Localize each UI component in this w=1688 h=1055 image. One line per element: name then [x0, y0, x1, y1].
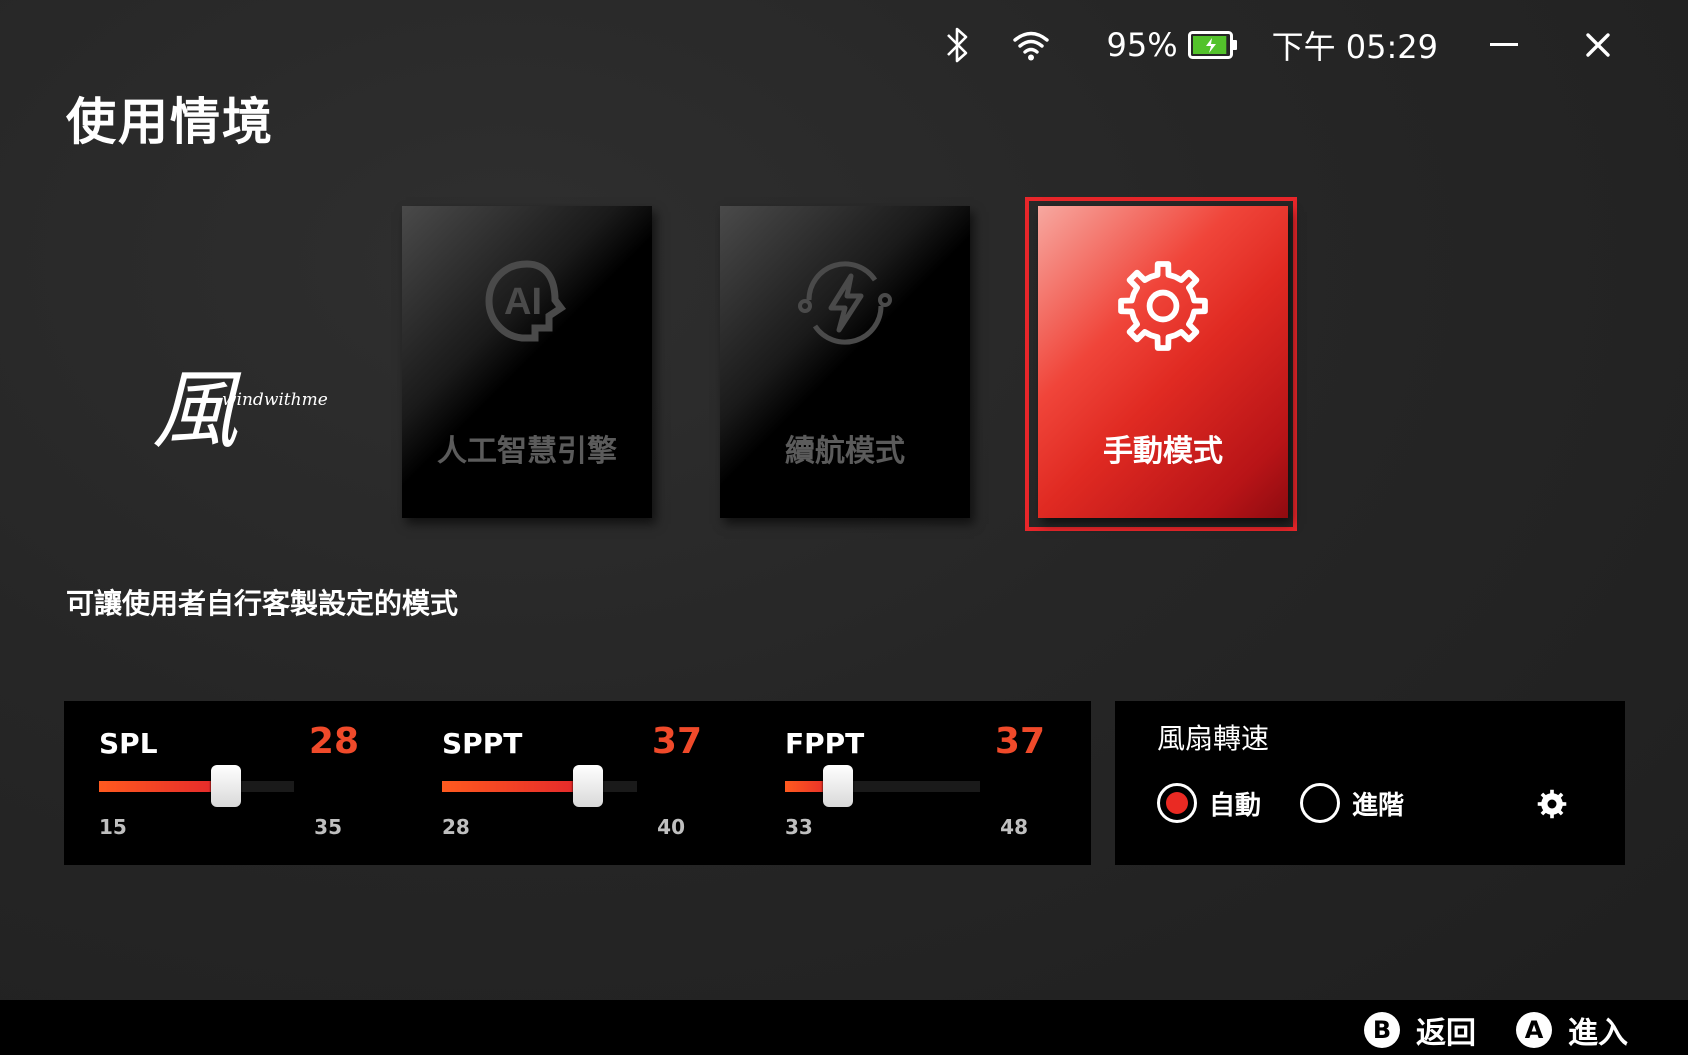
slider-name: SPPT [442, 727, 523, 760]
battery-icon [1187, 31, 1238, 59]
slider-value: 28 [308, 721, 359, 762]
fan-radio-advanced[interactable]: 進階 [1300, 783, 1404, 823]
watermark-text: windwithme [222, 390, 328, 410]
close-icon [1586, 33, 1610, 57]
radio-auto-label: 自動 [1209, 790, 1262, 821]
mode-label: 續航模式 [785, 434, 905, 469]
slider-name: FPPT [785, 727, 865, 760]
battery-saver-icon [720, 258, 970, 348]
a-button-icon: A [1516, 1012, 1552, 1048]
mode-card-manual[interactable]: 手動模式 [1038, 206, 1288, 518]
b-button-icon: B [1364, 1012, 1400, 1048]
ai-icon: AI [402, 258, 652, 348]
battery-percent: 95% [1106, 26, 1178, 64]
slider-track[interactable] [442, 781, 637, 792]
slider-fill [99, 781, 226, 792]
svg-text:AI: AI [504, 281, 542, 323]
radio-advanced-label: 進階 [1352, 790, 1405, 821]
slider-min: 28 [442, 815, 470, 839]
radio-auto[interactable] [1157, 783, 1197, 823]
gear-icon [1038, 258, 1288, 354]
slider-thumb[interactable] [822, 765, 853, 807]
slider-track[interactable] [785, 781, 980, 792]
status-bar: 95% 下午 05:29 [944, 22, 1628, 68]
bluetooth-icon [944, 25, 970, 65]
slider-thumb[interactable] [210, 765, 241, 807]
slider-value: 37 [994, 721, 1045, 762]
slider-max: 40 [657, 815, 685, 839]
mode-card-battery-saver[interactable]: 續航模式 [720, 206, 970, 518]
settings-gear-icon [1537, 789, 1567, 819]
clock: 下午 05:29 [1271, 28, 1438, 66]
radio-advanced[interactable] [1300, 783, 1340, 823]
enter-hint[interactable]: A 進入 [1516, 1008, 1628, 1052]
fan-speed-panel: 風扇轉速 自動 進階 [1115, 701, 1625, 865]
slider-thumb[interactable] [573, 765, 604, 807]
mode-label: 人工智慧引擎 [437, 434, 617, 469]
minimize-button[interactable] [1474, 22, 1534, 68]
close-button[interactable] [1568, 22, 1628, 68]
enter-label: 進入 [1568, 1016, 1628, 1051]
slider-min: 15 [99, 815, 127, 839]
back-label: 返回 [1416, 1016, 1476, 1051]
slider-max: 35 [314, 815, 342, 839]
slider-track[interactable] [99, 781, 294, 792]
fan-speed-title: 風扇轉速 [1157, 722, 1270, 755]
mode-label: 手動模式 [1103, 434, 1223, 469]
footer-bar: B 返回 A 進入 [0, 1000, 1688, 1055]
mode-card-ai[interactable]: AI 人工智慧引擎 [402, 206, 652, 518]
back-hint[interactable]: B 返回 [1364, 1008, 1476, 1052]
watermark-logo: 風 windwithme [152, 340, 332, 461]
mode-description: 可讓使用者自行客製設定的模式 [66, 587, 459, 620]
slider-fill [442, 781, 589, 792]
slider-name: SPL [99, 727, 158, 760]
slider-value: 37 [651, 721, 702, 762]
wifi-icon [1012, 29, 1050, 61]
power-limits-panel: SPL 28 15 35 SPPT 37 28 40 FPPT 37 33 48 [64, 701, 1091, 865]
page-title: 使用情境 [66, 93, 274, 151]
fan-settings-button[interactable] [1537, 789, 1567, 823]
slider-max: 48 [1000, 815, 1028, 839]
slider-min: 33 [785, 815, 813, 839]
fan-radio-auto[interactable]: 自動 [1157, 783, 1261, 823]
